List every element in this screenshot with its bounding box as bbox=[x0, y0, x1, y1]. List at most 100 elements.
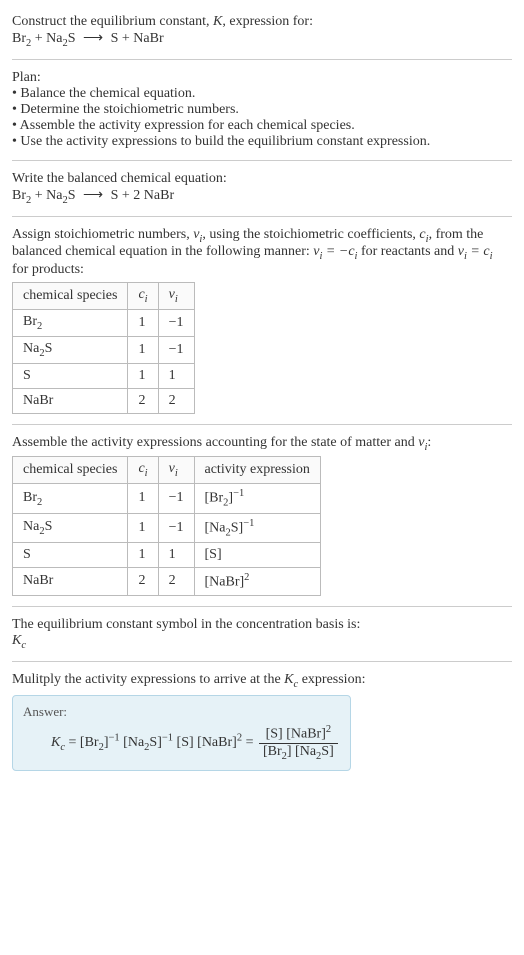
cell-activity: [Na2S]−1 bbox=[194, 513, 320, 542]
table-header-row: chemical species ci νi bbox=[13, 283, 195, 310]
species-tail: S bbox=[45, 519, 53, 534]
i-sub: i bbox=[145, 294, 148, 305]
sup: −1 bbox=[243, 518, 254, 529]
plan-section: Plan: • Balance the chemical equation. •… bbox=[12, 64, 512, 156]
cell-species: Br2 bbox=[13, 309, 128, 336]
sub: 2 bbox=[37, 496, 42, 507]
i-sub: i bbox=[490, 251, 493, 262]
na2s-tail: S bbox=[68, 31, 76, 46]
col-activity: activity expression bbox=[194, 457, 320, 484]
cell-species: NaBr bbox=[13, 568, 128, 596]
plus-na2s: + Na bbox=[31, 188, 62, 203]
eq-part: S] bbox=[149, 735, 161, 750]
na2s-tail: S bbox=[68, 188, 76, 203]
assign-text: for reactants and bbox=[357, 244, 457, 259]
assign-text: Assign stoichiometric numbers, bbox=[12, 227, 193, 242]
eq-part: = bbox=[242, 735, 257, 750]
table-row: Na2S 1 −1 bbox=[13, 336, 195, 363]
cell-activity: [Br2]−1 bbox=[194, 484, 320, 513]
cell-ci: 2 bbox=[128, 388, 158, 413]
assign-text: for products: bbox=[12, 262, 84, 277]
kc-symbol: K bbox=[51, 735, 60, 750]
sup: 2 bbox=[244, 572, 249, 583]
species: Br bbox=[23, 490, 37, 505]
plan-item: • Assemble the activity expression for e… bbox=[12, 118, 512, 134]
species: Br bbox=[23, 314, 37, 329]
plus-na2s: + Na bbox=[31, 31, 62, 46]
divider bbox=[12, 216, 512, 217]
act-tail: S] bbox=[231, 520, 243, 535]
stoich-table: chemical species ci νi Br2 1 −1 Na2S 1 −… bbox=[12, 282, 195, 413]
cell-vi: −1 bbox=[158, 309, 194, 336]
eq-part: = [Br bbox=[65, 735, 99, 750]
assign-text: , using the stoichiometric coefficients, bbox=[202, 227, 419, 242]
eq-part: [Na bbox=[120, 735, 145, 750]
numerator: [S] [NaBr]2 bbox=[259, 724, 338, 744]
sup: −1 bbox=[162, 733, 173, 744]
reactant-br2: Br bbox=[12, 188, 26, 203]
col-ci: ci bbox=[128, 283, 158, 310]
multiply-text-b: expression: bbox=[298, 672, 365, 687]
sup: −1 bbox=[109, 733, 120, 744]
table-row: NaBr 2 2 bbox=[13, 388, 195, 413]
sup: 2 bbox=[326, 724, 331, 735]
species-tail: S bbox=[45, 341, 53, 356]
cell-activity: [S] bbox=[194, 543, 320, 568]
cell-ci: 1 bbox=[128, 336, 158, 363]
cell-species: NaBr bbox=[13, 388, 128, 413]
table-header-row: chemical species ci νi activity expressi… bbox=[13, 457, 321, 484]
kc-symbol: K bbox=[12, 633, 21, 648]
cell-ci: 2 bbox=[128, 568, 158, 596]
eq-text: = c bbox=[467, 244, 490, 259]
eq-text: = −c bbox=[322, 244, 354, 259]
multiply-text: Mulitply the activity expressions to arr… bbox=[12, 672, 284, 687]
cell-vi: 2 bbox=[158, 568, 194, 596]
table-row: Br2 1 −1 [Br2]−1 bbox=[13, 484, 321, 513]
kc-symbol: K bbox=[284, 672, 293, 687]
act: [NaBr] bbox=[205, 575, 245, 590]
colon: : bbox=[427, 435, 431, 450]
den-text: [Br bbox=[263, 744, 282, 759]
balanced-equation: Br2 + Na2S ⟶ S + 2 NaBr bbox=[12, 188, 174, 203]
cell-ci: 1 bbox=[128, 363, 158, 388]
prompt-text: Construct the equilibrium constant, bbox=[12, 14, 213, 29]
cell-ci: 1 bbox=[128, 484, 158, 513]
col-ci: ci bbox=[128, 457, 158, 484]
plan-item: • Determine the stoichiometric numbers. bbox=[12, 102, 512, 118]
cell-activity: [NaBr]2 bbox=[194, 568, 320, 596]
reactant-br2: Br bbox=[12, 31, 26, 46]
den-text: S] bbox=[321, 744, 333, 759]
cell-vi: 2 bbox=[158, 388, 194, 413]
i-sub: i bbox=[175, 468, 178, 479]
eq-part: [S] [NaBr] bbox=[173, 735, 237, 750]
balanced-section: Write the balanced chemical equation: Br… bbox=[12, 165, 512, 212]
unbalanced-equation: Br2 + Na2S ⟶ S + NaBr bbox=[12, 31, 164, 46]
products: S + NaBr bbox=[111, 31, 164, 46]
table-row: S 1 1 [S] bbox=[13, 543, 321, 568]
table-row: S 1 1 bbox=[13, 363, 195, 388]
assemble-text: Assemble the activity expressions accoun… bbox=[12, 435, 418, 450]
cell-vi: −1 bbox=[158, 336, 194, 363]
col-vi: νi bbox=[158, 283, 194, 310]
activity-table: chemical species ci νi activity expressi… bbox=[12, 456, 321, 595]
arrow-icon: ⟶ bbox=[79, 30, 107, 47]
act: [Br bbox=[205, 491, 224, 506]
basis-section: The equilibrium constant symbol in the c… bbox=[12, 611, 512, 657]
products: S + 2 NaBr bbox=[111, 188, 175, 203]
cell-ci: 1 bbox=[128, 543, 158, 568]
cell-species: Na2S bbox=[13, 336, 128, 363]
col-vi: νi bbox=[158, 457, 194, 484]
sub: 2 bbox=[37, 321, 42, 332]
cell-vi: 1 bbox=[158, 543, 194, 568]
cell-species: S bbox=[13, 363, 128, 388]
den-text: ] [Na bbox=[287, 744, 316, 759]
prompt-section: Construct the equilibrium constant, K, e… bbox=[12, 8, 512, 55]
divider bbox=[12, 424, 512, 425]
answer-box: Answer: Kc = [Br2]−1 [Na2S]−1 [S] [NaBr]… bbox=[12, 695, 351, 770]
c-sub: c bbox=[21, 640, 26, 651]
cell-vi: 1 bbox=[158, 363, 194, 388]
cell-vi: −1 bbox=[158, 484, 194, 513]
k-symbol: K bbox=[213, 14, 222, 29]
cell-ci: 1 bbox=[128, 513, 158, 542]
col-species: chemical species bbox=[13, 283, 128, 310]
